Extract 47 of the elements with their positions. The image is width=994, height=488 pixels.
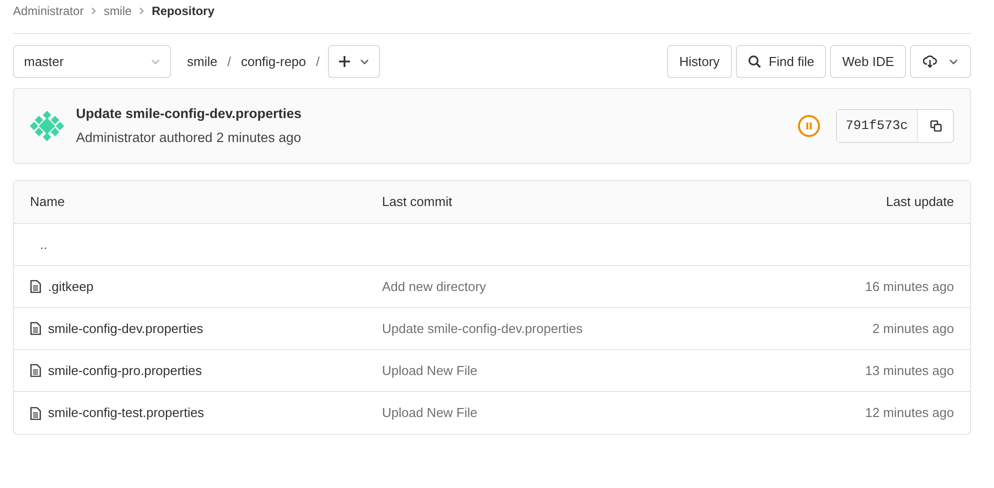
web-ide-button[interactable]: Web IDE xyxy=(830,45,906,78)
file-icon xyxy=(30,406,41,420)
update-time: 16 minutes ago xyxy=(864,278,954,296)
path-separator: / xyxy=(316,52,320,71)
caret-icon xyxy=(949,58,958,64)
plus-icon xyxy=(338,56,350,67)
path-link[interactable]: smile xyxy=(187,52,218,72)
commit-title[interactable]: Update smile-config-dev.properties xyxy=(76,104,302,124)
cloud-download-icon xyxy=(923,55,937,68)
commit-link[interactable]: Upload New File xyxy=(382,405,478,420)
file-link[interactable]: smile-config-pro.properties xyxy=(48,360,202,380)
update-time: 12 minutes ago xyxy=(864,404,954,422)
parent-directory-link[interactable]: .. xyxy=(30,234,48,254)
update-time: 13 minutes ago xyxy=(864,362,954,380)
copy-button[interactable] xyxy=(918,110,953,142)
breadcrumb-link[interactable]: Administrator xyxy=(13,2,84,20)
commit-link[interactable]: Upload New File xyxy=(382,362,478,378)
find-file-button[interactable]: Find file xyxy=(736,45,826,78)
avatar-icon xyxy=(30,109,64,143)
caret-icon xyxy=(151,58,160,64)
caret-icon xyxy=(360,58,369,64)
search-icon xyxy=(748,55,761,68)
commit-sha[interactable]: 791f573c xyxy=(836,110,918,142)
column-header: Name xyxy=(30,193,66,212)
update-time: 2 minutes ago xyxy=(871,320,954,338)
file-link[interactable]: .gitkeep xyxy=(48,276,94,296)
commit-author: Administrator authored 2 minutes ago xyxy=(76,128,302,147)
add-dropdown-button[interactable] xyxy=(328,45,380,78)
commit-link[interactable]: Add new directory xyxy=(382,278,486,294)
breadcrumb-link[interactable]: smile xyxy=(104,2,132,20)
chevron-icon xyxy=(138,7,145,15)
column-header: Last commit xyxy=(382,193,454,212)
history-button[interactable]: History xyxy=(667,45,732,78)
file-icon xyxy=(30,280,41,293)
file-link[interactable]: smile-config-test.properties xyxy=(48,403,204,423)
copy-icon xyxy=(930,120,942,132)
file-icon xyxy=(30,322,41,335)
path-link[interactable]: config-repo xyxy=(240,52,306,72)
branch-dropdown[interactable]: master xyxy=(13,45,171,78)
path-separator: / xyxy=(227,52,231,71)
file-link[interactable]: smile-config-dev.properties xyxy=(48,318,204,338)
file-icon xyxy=(30,364,41,377)
chevron-icon xyxy=(90,7,97,15)
download-dropdown-button[interactable] xyxy=(910,45,971,78)
breadcrumb-link[interactable]: Repository xyxy=(152,2,214,20)
commit-link[interactable]: Update smile-config-dev.properties xyxy=(382,320,583,336)
column-header: Last update xyxy=(885,193,954,212)
